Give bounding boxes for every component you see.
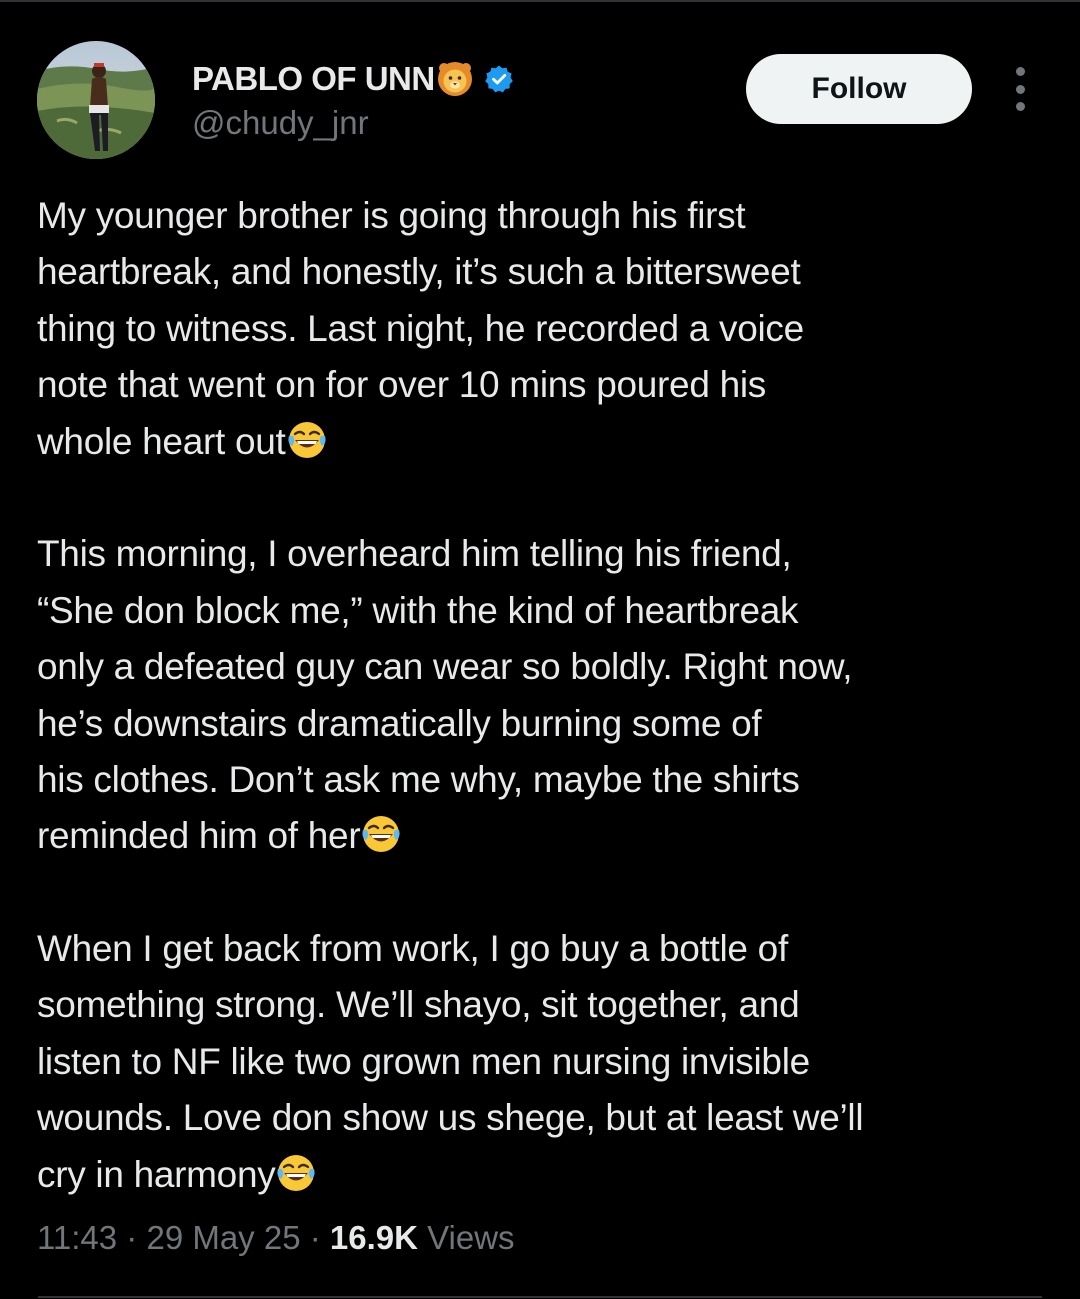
views-label: Views	[427, 1219, 515, 1256]
tweet-line: he’s downstairs dramatically burning som…	[37, 702, 762, 744]
tweet-line: This morning, I overheard him telling hi…	[37, 533, 792, 575]
user-handle[interactable]: @chudy_jnr	[192, 104, 369, 142]
face-with-tears-of-joy-icon	[286, 419, 328, 461]
face-with-tears-of-joy-icon	[360, 813, 402, 855]
display-name-text: PABLO OF UNN	[192, 60, 435, 97]
views-count[interactable]: 16.9K	[330, 1219, 418, 1256]
tweet-line-text: whole heart out	[37, 420, 286, 462]
tweet-line: wounds. Love don show us shege, but at l…	[37, 1097, 864, 1139]
face-with-tears-of-joy-icon	[275, 1152, 317, 1194]
tweet-line-with-emoji: reminded him of her	[37, 808, 1047, 864]
tweet-date[interactable]: 29 May 25	[146, 1219, 300, 1256]
tweet-line-text: cry in harmony	[37, 1153, 276, 1195]
display-name[interactable]: PABLO OF UNN	[192, 60, 514, 98]
tweet-line: note that went on for over 10 mins poure…	[37, 364, 766, 406]
top-divider	[0, 0, 1080, 2]
tweet-line: When I get back from work, I go buy a bo…	[37, 928, 788, 970]
more-dot	[1015, 84, 1025, 94]
tweet-meta: 11:43 · 29 May 25 · 16.9K Views	[37, 1219, 515, 1257]
tweet-line: listen to NF like two grown men nursing …	[37, 1040, 810, 1082]
more-vertical-icon[interactable]	[1003, 67, 1037, 111]
follow-button[interactable]: Follow	[746, 54, 972, 124]
meta-separator: ·	[300, 1219, 330, 1256]
tweet-line: “She don block me,” with the kind of hea…	[37, 589, 799, 631]
bottom-divider	[38, 1296, 1042, 1298]
tweet-line: My younger brother is going through his …	[37, 195, 746, 236]
tweet-line: thing to witness. Last night, he recorde…	[37, 307, 804, 349]
tweet-line-with-emoji: whole heart out	[37, 414, 1047, 470]
tweet-text: My younger brother is going through his …	[37, 188, 1047, 1203]
tweet-time[interactable]: 11:43	[37, 1219, 117, 1256]
meta-separator: ·	[117, 1219, 147, 1256]
more-dot	[1015, 67, 1025, 76]
lion-face-icon	[436, 60, 474, 98]
tweet-line: his clothes. Don’t ask me why, maybe the…	[37, 758, 800, 800]
tweet-line: only a defeated guy can wear so boldly. …	[37, 646, 853, 688]
more-dot	[1015, 102, 1025, 111]
tweet-line-with-emoji: cry in harmony	[37, 1147, 1047, 1203]
avatar[interactable]	[37, 41, 155, 159]
tweet-line-text: reminded him of her	[37, 815, 361, 857]
tweet-line: heartbreak, and honestly, it’s such a bi…	[37, 251, 801, 293]
verified-badge-icon	[484, 64, 514, 94]
tweet-line: something strong. We’ll shayo, sit toget…	[37, 984, 800, 1026]
